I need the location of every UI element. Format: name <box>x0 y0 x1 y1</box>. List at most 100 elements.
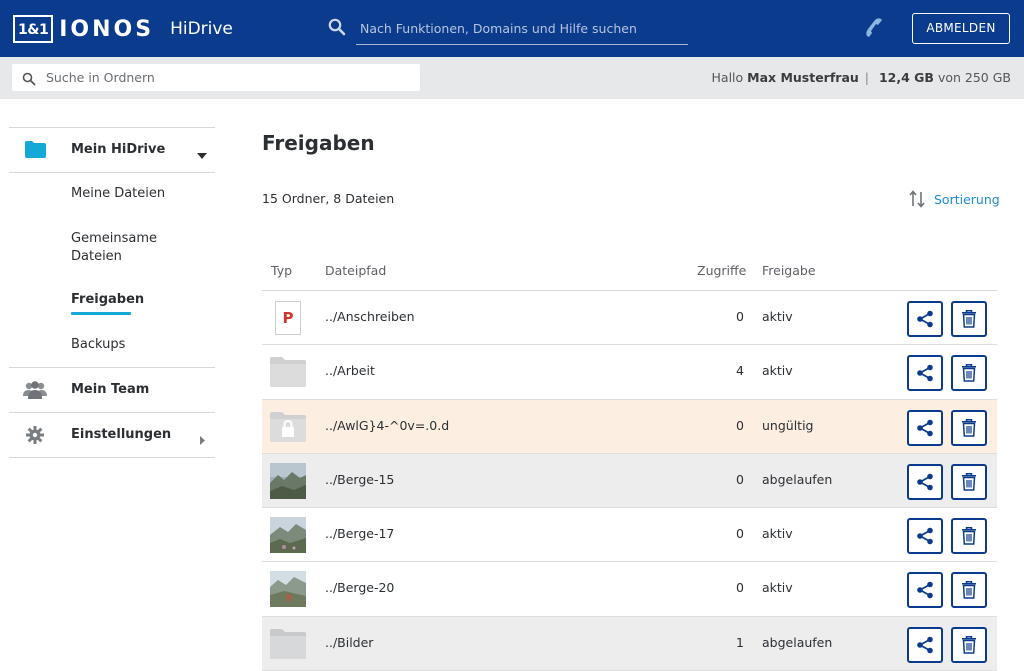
table-row[interactable]: ../Bilder 1 abgelaufen <box>262 616 997 671</box>
search-icon[interactable] <box>22 71 36 90</box>
app-name: HiDrive <box>170 19 233 39</box>
share-icon <box>917 473 933 491</box>
delete-button[interactable] <box>951 409 987 446</box>
trash-icon <box>962 364 976 383</box>
column-header-hits[interactable]: Zugriffe <box>697 263 746 278</box>
share-button[interactable] <box>907 301 943 337</box>
share-icon <box>917 310 933 328</box>
trash-icon <box>962 581 976 600</box>
global-search <box>328 12 688 45</box>
file-path[interactable]: ../Berge-15 <box>325 472 394 487</box>
table-row[interactable]: ../Berge-20 0 aktiv <box>262 562 997 617</box>
sort-button[interactable]: Sortierung <box>909 190 1000 208</box>
share-button[interactable] <box>907 409 943 446</box>
top-bar: 1&1 IONOS HiDrive ABMELDEN <box>0 0 1024 57</box>
sidebar-item-label: Freigaben <box>71 292 145 307</box>
table-row[interactable]: ../Arbeit 4 aktiv <box>262 345 997 400</box>
share-button[interactable] <box>907 355 943 392</box>
image-thumbnail <box>270 517 306 554</box>
delete-button[interactable] <box>951 518 987 555</box>
access-count: 0 <box>736 309 744 324</box>
share-button[interactable] <box>907 626 943 663</box>
storage-total: von 250 GB <box>937 70 1011 85</box>
access-count: 0 <box>736 526 744 542</box>
column-header-path[interactable]: Dateipfad <box>325 263 386 278</box>
share-status: aktiv <box>762 580 793 596</box>
sidebar-item-meine-dateien[interactable]: Meine Dateien <box>9 185 165 203</box>
share-icon <box>917 527 933 545</box>
sort-icon <box>909 190 925 208</box>
ionos-logo[interactable]: 1&1 IONOS HiDrive <box>13 14 233 44</box>
trash-icon <box>962 310 976 328</box>
sidebar-item-label: Gemeinsame <box>71 231 157 246</box>
sidebar-item-label: Einstellungen <box>71 427 172 442</box>
logo-brand: IONOS <box>59 16 155 42</box>
user-name[interactable]: Max Musterfrau <box>747 70 859 85</box>
phone-icon[interactable] <box>863 16 885 44</box>
sidebar-item-mein-hidrive[interactable]: Mein HiDrive <box>9 128 215 173</box>
sidebar-item-gemeinsame-dateien[interactable]: Gemeinsame Dateien <box>9 230 157 266</box>
delete-button[interactable] <box>951 572 987 609</box>
shares-table: Typ Dateipfad Zugriffe Freigabe P ../Ans… <box>262 254 997 671</box>
access-count: 1 <box>736 634 744 650</box>
share-icon <box>917 364 933 382</box>
file-path[interactable]: ../Berge-17 <box>325 526 394 541</box>
file-path[interactable]: ../Bilder <box>325 635 373 650</box>
delete-button[interactable] <box>951 301 987 337</box>
item-count: 15 Ordner, 8 Dateien <box>262 191 395 206</box>
folder-icon <box>270 354 306 390</box>
caret-right-icon[interactable] <box>200 430 205 449</box>
table-row[interactable]: ../AwlG}4-^0v=.0.d 0 ungültig <box>262 399 997 454</box>
table-row[interactable]: ../Berge-17 0 aktiv <box>262 508 997 563</box>
active-indicator <box>71 312 131 315</box>
share-status: aktiv <box>762 309 793 324</box>
search-icon[interactable] <box>328 18 346 40</box>
search-underline <box>356 44 688 45</box>
table-row[interactable]: P ../Anschreiben 0 aktiv <box>262 291 997 346</box>
delete-button[interactable] <box>951 626 987 663</box>
greeting: Hallo <box>711 70 744 85</box>
global-search-input[interactable] <box>360 17 680 39</box>
table-header: Typ Dateipfad Zugriffe Freigabe <box>262 254 997 291</box>
sidebar-item-mein-team[interactable]: Mein Team <box>9 368 215 413</box>
user-info: Hallo Max Musterfrau | 12,4 GB von 250 GB <box>712 70 1011 85</box>
file-path[interactable]: ../Anschreiben <box>325 309 415 324</box>
access-count: 0 <box>736 417 744 433</box>
sidebar-item-label: Mein Team <box>71 382 150 397</box>
folder-icon <box>270 626 306 662</box>
caret-down-icon[interactable] <box>197 144 207 163</box>
share-button[interactable] <box>907 518 943 555</box>
image-thumbnail <box>270 462 306 499</box>
share-button[interactable] <box>907 572 943 609</box>
sidebar-item-einstellungen[interactable]: Einstellungen <box>9 413 215 458</box>
sort-label: Sortierung <box>934 191 1000 207</box>
sidebar-submenu: Meine Dateien Gemeinsame Dateien Freigab… <box>9 173 215 368</box>
file-path[interactable]: ../AwlG}4-^0v=.0.d <box>325 418 449 433</box>
share-status: abgelaufen <box>762 471 833 487</box>
sidebar-item-label: Dateien <box>71 249 122 264</box>
sidebar: Mein HiDrive Meine Dateien Gemeinsame Da… <box>9 127 215 458</box>
logo-box: 1&1 <box>13 15 54 43</box>
trash-icon <box>962 418 976 437</box>
sidebar-item-backups[interactable]: Backups <box>9 336 125 354</box>
folder-search-input[interactable] <box>46 67 406 88</box>
column-header-type[interactable]: Typ <box>271 263 292 278</box>
table-row[interactable]: ../Berge-15 0 abgelaufen <box>262 453 997 509</box>
logout-button[interactable]: ABMELDEN <box>912 13 1010 44</box>
page-title: Freigaben <box>262 131 375 155</box>
sidebar-item-freigaben[interactable]: Freigaben <box>9 291 144 315</box>
locked-folder-icon <box>270 409 306 445</box>
share-status: ungültig <box>762 417 814 433</box>
file-path[interactable]: ../Arbeit <box>325 363 375 378</box>
share-button[interactable] <box>907 463 943 500</box>
column-header-share[interactable]: Freigabe <box>762 263 816 278</box>
share-icon <box>917 636 933 654</box>
divider: | <box>864 70 869 85</box>
trash-icon <box>962 527 976 545</box>
delete-button[interactable] <box>951 355 987 392</box>
file-path[interactable]: ../Berge-20 <box>325 580 394 595</box>
sidebar-item-label: Mein HiDrive <box>71 142 166 157</box>
folder-search <box>12 64 420 91</box>
delete-button[interactable] <box>951 463 987 500</box>
file-type-letter: P <box>275 301 301 335</box>
